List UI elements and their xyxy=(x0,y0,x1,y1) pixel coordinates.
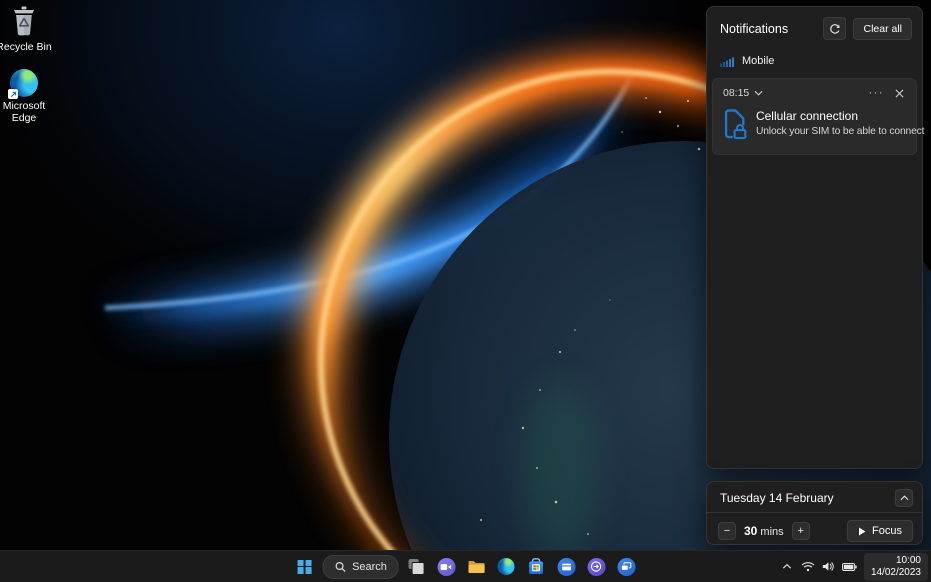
desktop-screen: Recycle Bin Microsoft Edge Notifications… xyxy=(0,0,931,582)
volume-button[interactable] xyxy=(820,557,838,577)
edge-icon xyxy=(498,558,515,575)
desktop-icon-label: Microsoft Edge xyxy=(0,100,57,124)
chevron-down-icon[interactable] xyxy=(754,90,763,96)
more-options-icon[interactable]: ··· xyxy=(865,87,889,99)
notification-time: 08:15 xyxy=(723,87,749,99)
start-button[interactable] xyxy=(292,554,317,579)
notifications-title: Notifications xyxy=(720,22,823,36)
desktop-icon-label: Recycle Bin xyxy=(0,41,57,53)
recycle-bin-icon xyxy=(0,4,57,38)
chevron-up-icon xyxy=(782,563,792,570)
chat-button[interactable] xyxy=(434,554,459,579)
notification-settings-button[interactable] xyxy=(823,17,846,40)
pinned-app-button-1[interactable] xyxy=(554,554,579,579)
cellular-signal-icon xyxy=(720,56,735,67)
arrow-circle-app-icon xyxy=(587,558,605,576)
search-box[interactable]: Search xyxy=(322,555,399,579)
desktop-icon-microsoft-edge[interactable]: Microsoft Edge xyxy=(0,63,57,124)
notification-group-label: Mobile xyxy=(742,55,774,67)
edge-button[interactable] xyxy=(494,554,519,579)
desktop-icon-recycle-bin[interactable]: Recycle Bin xyxy=(0,4,57,53)
notification-body: Unlock your SIM to be able to connect xyxy=(756,126,912,137)
notification-title: Cellular connection xyxy=(756,109,912,123)
task-view-button[interactable] xyxy=(404,554,429,579)
close-icon[interactable] xyxy=(893,89,906,98)
focus-increase-button[interactable]: + xyxy=(792,522,810,540)
windows-start-icon xyxy=(298,560,312,574)
clock[interactable]: 10:00 14/02/2023 xyxy=(864,553,928,581)
file-explorer-icon xyxy=(467,559,485,574)
microsoft-store-button[interactable] xyxy=(524,554,549,579)
wifi-icon xyxy=(801,561,815,572)
notification-card[interactable]: 08:15 ··· Cellular connection xyxy=(712,78,917,155)
shortcut-arrow-icon xyxy=(8,89,18,99)
tray-date: 14/02/2023 xyxy=(871,567,921,579)
notification-center-panel: Notifications Clear all Mobile 08:15 xyxy=(706,6,923,469)
screens-app-icon xyxy=(617,558,635,576)
pinned-app-button-2[interactable] xyxy=(584,554,609,579)
calendar-panel: Tuesday 14 February − 30 mins + Focus xyxy=(706,481,923,545)
notification-settings-icon xyxy=(829,23,841,35)
sim-lock-icon xyxy=(722,107,748,141)
clear-all-button[interactable]: Clear all xyxy=(853,18,912,40)
chat-video-icon xyxy=(437,558,455,576)
tray-time: 10:00 xyxy=(896,555,921,567)
window-app-icon xyxy=(557,558,575,576)
focus-start-button[interactable]: Focus xyxy=(847,520,913,542)
system-tray: 10:00 14/02/2023 xyxy=(778,551,928,582)
calendar-date-label: Tuesday 14 February xyxy=(720,491,895,505)
battery-button[interactable] xyxy=(841,557,859,577)
notifications-header: Notifications Clear all xyxy=(707,7,922,48)
search-label: Search xyxy=(352,561,387,573)
search-icon xyxy=(334,561,346,573)
chevron-up-icon xyxy=(900,495,909,501)
file-explorer-button[interactable] xyxy=(464,554,489,579)
network-button[interactable] xyxy=(799,557,817,577)
hidden-icons-button[interactable] xyxy=(778,557,796,577)
speaker-icon xyxy=(822,561,835,572)
taskbar: Search xyxy=(0,550,931,582)
focus-decrease-button[interactable]: − xyxy=(718,522,736,540)
notification-group-header[interactable]: Mobile xyxy=(707,48,922,72)
focus-duration: 30 mins xyxy=(744,524,784,538)
task-view-icon xyxy=(408,559,424,575)
microsoft-store-icon xyxy=(528,558,545,575)
edge-icon xyxy=(10,69,38,97)
play-icon xyxy=(858,527,866,536)
calendar-collapse-button[interactable] xyxy=(895,489,913,507)
pinned-app-button-3[interactable] xyxy=(614,554,639,579)
battery-icon xyxy=(842,562,857,572)
